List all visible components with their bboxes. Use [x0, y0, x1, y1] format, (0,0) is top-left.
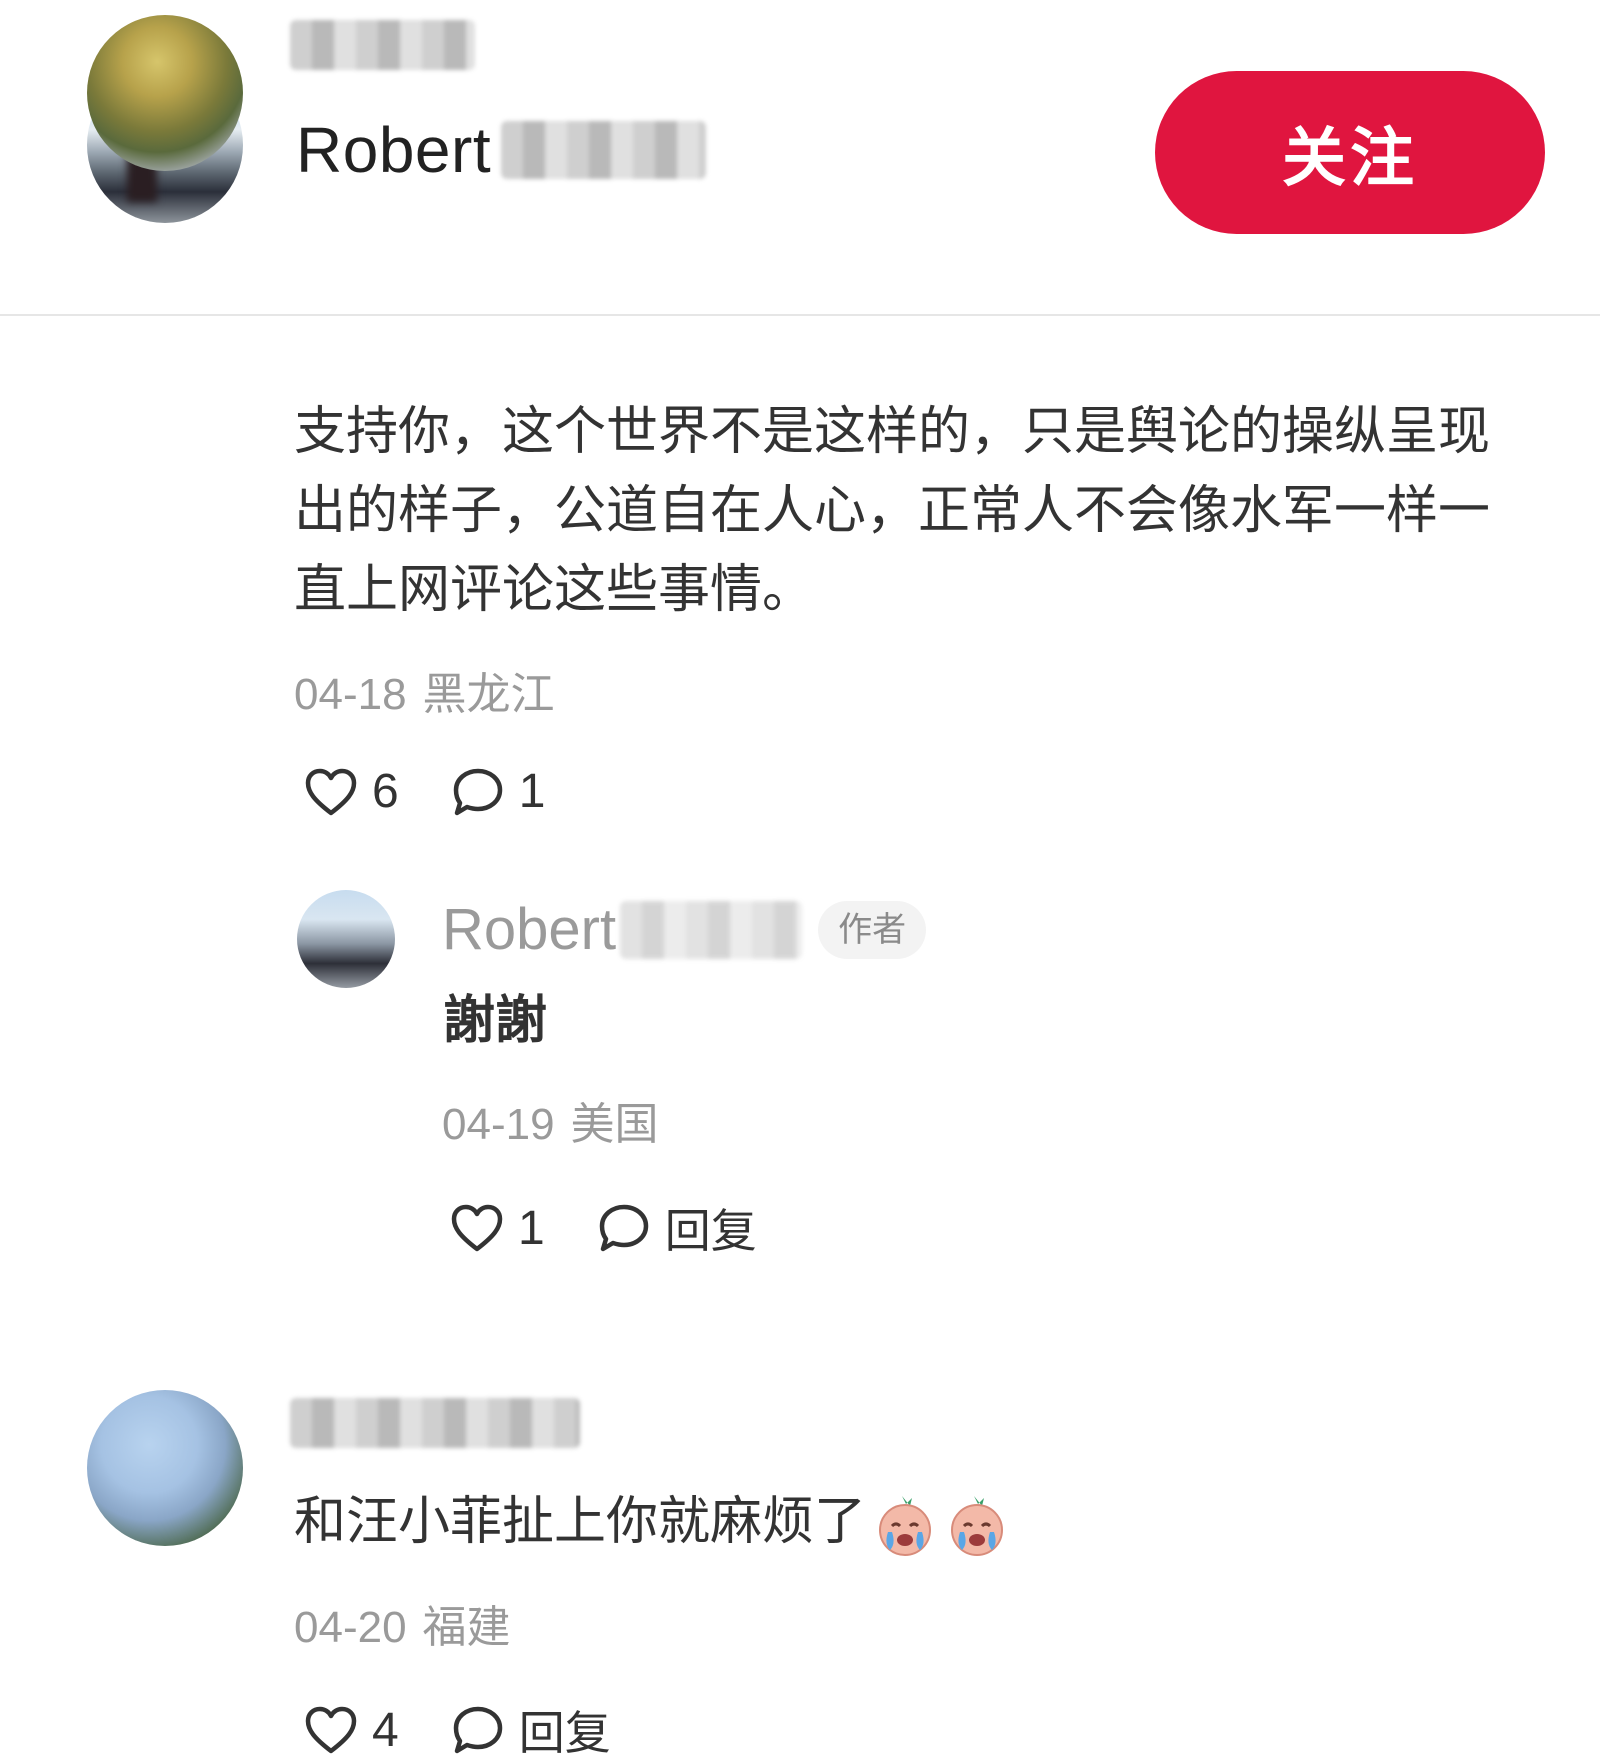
author-name[interactable]: Robert	[296, 110, 707, 190]
comment-text: 和汪小菲扯上你就麻烦了	[294, 1483, 1594, 1562]
comment-date: 04-20	[294, 1603, 407, 1652]
commenter-avatar[interactable]	[87, 15, 243, 171]
reply-label: 回复	[664, 1204, 757, 1258]
heart-icon	[305, 768, 357, 815]
blurred-name	[290, 1398, 580, 1448]
follow-button[interactable]: 关注	[1155, 71, 1545, 234]
reply-date: 04-19	[442, 1100, 555, 1149]
comment-meta: 04-20 福建	[294, 1598, 511, 1658]
blurred-name-suffix	[501, 121, 707, 180]
like-button[interactable]: 6	[304, 764, 399, 819]
reply-location: 美国	[570, 1099, 659, 1150]
comment-actions: 6 1	[304, 764, 545, 819]
comment-icon	[453, 768, 502, 815]
commenter-name-blurred[interactable]	[290, 20, 475, 70]
commenter-name-blurred[interactable]	[290, 1398, 580, 1448]
like-button[interactable]: 4	[304, 1703, 399, 1758]
reply-text: 謝謝	[443, 991, 548, 1051]
like-count: 4	[372, 1703, 399, 1757]
blurred-name	[290, 20, 475, 70]
reply-label: 回复	[518, 1706, 611, 1760]
replier-name[interactable]: Robert 作者	[442, 895, 927, 965]
comment-location: 黑龙江	[422, 669, 555, 720]
comment-meta: 04-18 黑龙江	[294, 665, 555, 725]
comment-actions: 4 回复	[304, 1697, 611, 1763]
comment-location: 福建	[422, 1602, 511, 1653]
commenter-avatar[interactable]	[87, 1390, 243, 1546]
reply-button[interactable]: 回复	[597, 1195, 757, 1261]
comment-date: 04-18	[294, 670, 407, 719]
like-button[interactable]: 1	[450, 1201, 545, 1256]
comment-text: 支持你，这个世界不是这样的，只是舆论的操纵呈现出的样子，公道自在人心，正常人不会…	[294, 402, 1491, 620]
comment-icon	[453, 1706, 502, 1754]
heart-icon	[305, 1706, 357, 1754]
like-count: 1	[518, 1201, 545, 1255]
reply-count-button[interactable]: 1	[451, 764, 546, 819]
like-count: 6	[372, 765, 399, 818]
heart-icon	[451, 1204, 503, 1252]
reply-count: 1	[518, 765, 546, 818]
crying-face-icon	[879, 1496, 932, 1556]
comment-icon	[599, 1204, 648, 1252]
blurred-name-suffix	[620, 901, 803, 959]
reply-actions: 1 回复	[450, 1195, 757, 1261]
comment-text-body: 和汪小菲扯上你就麻烦了	[294, 1492, 867, 1552]
post-author-header: Robert 关注	[0, 0, 1600, 314]
replier-name-text: Robert	[442, 897, 617, 962]
divider	[0, 314, 1600, 316]
crying-face-icon	[951, 1496, 1004, 1556]
reply-button[interactable]: 回复	[451, 1697, 611, 1763]
reply-meta: 04-19 美国	[442, 1095, 659, 1155]
replier-avatar[interactable]	[297, 890, 395, 988]
author-name-text: Robert	[296, 114, 492, 186]
author-badge: 作者	[818, 901, 927, 959]
